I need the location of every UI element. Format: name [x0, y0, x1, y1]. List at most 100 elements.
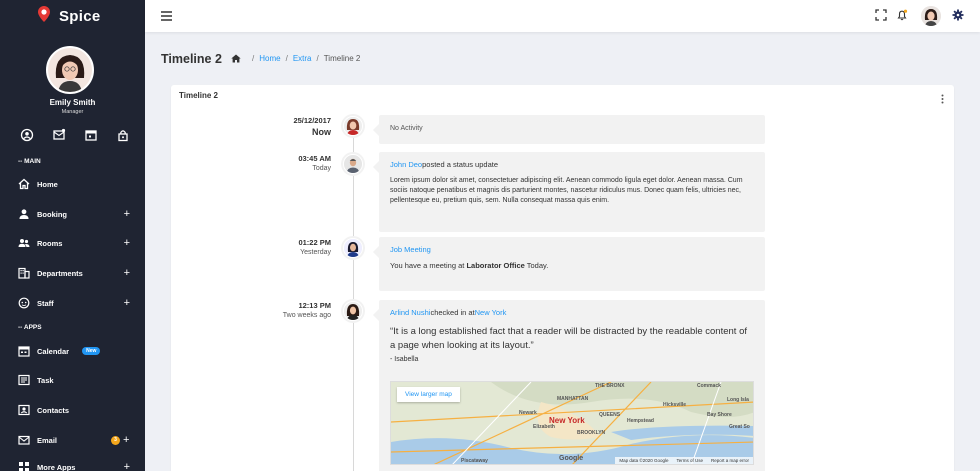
apps-icon — [19, 462, 29, 471]
sidebar-item-booking[interactable]: Booking + — [18, 206, 130, 222]
place-link[interactable]: New York — [475, 308, 507, 317]
bell-icon[interactable] — [896, 9, 908, 21]
avatar[interactable] — [46, 46, 94, 94]
timeline-action: checked in at — [430, 308, 475, 317]
building-icon — [18, 267, 30, 279]
sidebar: Spice Emily Smith Manager -- MAIN Home B… — [0, 0, 145, 471]
map-place-label: Hempstead — [627, 418, 654, 424]
timeline-entry: Arlind Nushichecked in atNew York “It is… — [373, 300, 765, 471]
map-place-label: Great So — [729, 424, 750, 430]
map-place-label: QUEENS — [599, 412, 621, 418]
menu-icon[interactable] — [161, 11, 172, 21]
card-title: Timeline 2 — [179, 91, 218, 100]
timeline-date-secondary: Today — [312, 165, 331, 172]
quote-author: - Isabella — [390, 355, 419, 363]
sidebar-item-departments[interactable]: Departments + — [18, 265, 130, 281]
map-place-label: Bay Shore — [707, 412, 732, 418]
map-place-label: THE BRONX — [595, 383, 625, 389]
timeline-date-secondary: Yesterday — [300, 249, 331, 256]
lock-icon[interactable] — [116, 128, 130, 142]
sidebar-item-label: Calendar — [37, 346, 70, 356]
sidebar-item-label: Rooms — [37, 238, 63, 248]
timeline-date: 12:13 PM Two weeks ago — [171, 301, 331, 319]
quick-icons — [20, 128, 130, 142]
timeline-entry: No Activity — [373, 115, 765, 144]
breadcrumb-separator: / — [316, 54, 319, 63]
sidebar-item-calendar[interactable]: Calendar New — [18, 343, 130, 359]
timeline-date-secondary: Now — [312, 127, 331, 137]
breadcrumb-separator: / — [285, 54, 288, 63]
brand-name: Spice — [59, 7, 101, 25]
map-place-label: MANHATTAN — [557, 396, 589, 402]
view-larger-map-button[interactable]: View larger map — [397, 387, 460, 402]
timeline-line — [353, 125, 354, 471]
timeline-body: Lorem ipsum dolor sit amet, consectetuer… — [390, 177, 743, 205]
timeline-body-text: Today. — [524, 261, 549, 270]
face-icon — [18, 297, 30, 309]
timeline-text: No Activity — [390, 125, 423, 132]
more-vert-icon[interactable] — [941, 94, 944, 104]
user-avatar[interactable] — [921, 6, 941, 26]
sidebar-item-home[interactable]: Home — [18, 176, 130, 192]
timeline-date-primary: 01:22 PM — [298, 238, 331, 247]
map-place-label: Newark — [519, 410, 537, 416]
author-link[interactable]: Arlind Nushi — [390, 308, 430, 317]
timeline-entry: Job Meeting You have a meeting at Labora… — [373, 237, 765, 291]
mail-icon[interactable] — [52, 128, 66, 142]
expand-icon[interactable]: + — [123, 434, 129, 446]
timeline-avatar — [343, 154, 363, 174]
expand-icon[interactable]: + — [124, 267, 130, 279]
sidebar-item-contacts[interactable]: Contacts — [18, 402, 130, 418]
section-main-label: -- MAIN — [18, 158, 41, 165]
home-icon[interactable] — [231, 54, 241, 63]
timeline-entry: John Deoposted a status update Lorem ips… — [373, 152, 765, 232]
timeline-card: Timeline 2 25/12/2017 Now No Activity 03… — [171, 85, 954, 471]
expand-icon[interactable]: + — [124, 461, 130, 471]
breadcrumb: / Home / Extra / Timeline 2 — [231, 54, 360, 63]
sidebar-item-label: Contacts — [37, 405, 70, 415]
contacts-icon — [18, 404, 30, 416]
breadcrumb-extra-link[interactable]: Extra — [293, 54, 312, 63]
map-terms-link[interactable]: Terms of Use — [676, 458, 703, 463]
sidebar-item-more-apps[interactable]: More Apps + — [18, 459, 130, 471]
expand-icon[interactable]: + — [124, 208, 130, 220]
sidebar-item-label: Departments — [37, 268, 83, 278]
event-title-link[interactable]: Job Meeting — [390, 245, 754, 254]
sidebar-item-rooms[interactable]: Rooms + — [18, 235, 130, 251]
sidebar-item-label: Booking — [37, 209, 67, 219]
calendar-icon[interactable] — [84, 128, 98, 142]
sidebar-item-email[interactable]: Email 3 + — [18, 432, 130, 448]
brand[interactable]: Spice — [0, 0, 145, 32]
timeline-avatar — [343, 301, 363, 321]
timeline-body: You have a meeting at Laborator Office T… — [390, 261, 754, 272]
task-icon — [18, 374, 30, 386]
map-embed[interactable]: View larger map Newark MANHATTAN BROOKLY… — [390, 381, 754, 465]
sidebar-item-label: More Apps — [37, 462, 76, 471]
fullscreen-icon[interactable] — [875, 9, 887, 21]
expand-icon[interactable]: + — [124, 237, 130, 249]
map-brand: Google — [559, 455, 584, 462]
timeline-date: 01:22 PM Yesterday — [171, 238, 331, 256]
timeline-date: 03:45 AM Today — [171, 154, 331, 172]
quote-text: “It is a long established fact that a re… — [390, 326, 747, 352]
account-circle-icon[interactable] — [20, 128, 34, 142]
gear-icon[interactable] — [952, 9, 964, 21]
timeline-avatar — [343, 238, 363, 258]
new-badge: New — [82, 347, 101, 355]
expand-icon[interactable]: + — [124, 297, 130, 309]
section-apps-label: -- APPS — [18, 324, 42, 331]
breadcrumb-home-link[interactable]: Home — [259, 54, 280, 63]
sidebar-item-label: Staff — [37, 298, 54, 308]
sidebar-item-task[interactable]: Task — [18, 372, 130, 388]
map-data-credit: Map data ©2020 Google — [619, 458, 669, 463]
timeline-date: 25/12/2017 Now — [171, 116, 331, 137]
author-link[interactable]: John Deo — [390, 160, 422, 169]
sidebar-item-label: Home — [37, 179, 58, 189]
map-report-link[interactable]: Report a map error — [711, 458, 749, 463]
user-icon — [19, 209, 29, 219]
sidebar-item-staff[interactable]: Staff + — [18, 295, 130, 311]
page-title: Timeline 2 — [161, 52, 222, 66]
timeline-date-primary: 12:13 PM — [298, 301, 331, 310]
email-icon — [18, 435, 30, 445]
timeline-date-secondary: Two weeks ago — [282, 312, 331, 319]
